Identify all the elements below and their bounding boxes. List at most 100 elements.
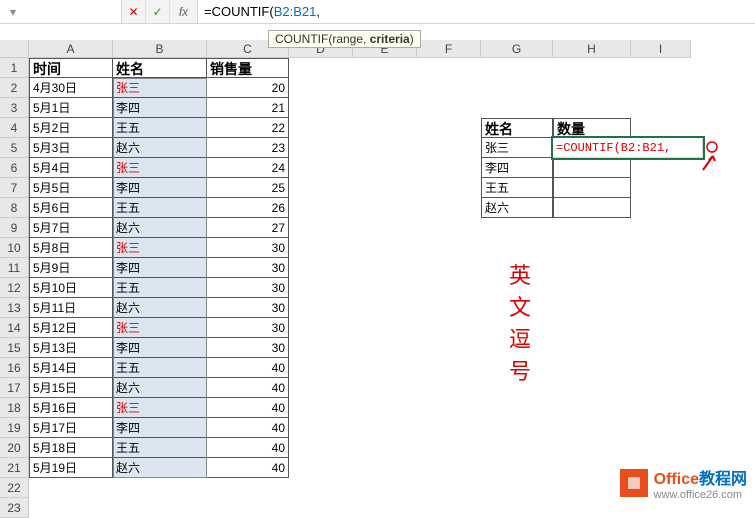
cell-B11[interactable]: 李四 <box>113 258 207 278</box>
cell-A20[interactable]: 5月18日 <box>29 438 113 458</box>
cell-A5[interactable]: 5月3日 <box>29 138 113 158</box>
col-header-F[interactable]: F <box>417 40 481 58</box>
row-header-12[interactable]: 12 <box>0 278 29 298</box>
row-header-9[interactable]: 9 <box>0 218 29 238</box>
cell-A18[interactable]: 5月16日 <box>29 398 113 418</box>
row-header-3[interactable]: 3 <box>0 98 29 118</box>
fx-icon[interactable]: fx <box>170 0 198 23</box>
row-header-10[interactable]: 10 <box>0 238 29 258</box>
cell-A2[interactable]: 4月30日 <box>29 78 113 98</box>
cell-B9[interactable]: 赵六 <box>113 218 207 238</box>
cell-C21[interactable]: 40 <box>207 458 289 478</box>
col-header-A[interactable]: A <box>29 40 113 58</box>
row-header-15[interactable]: 15 <box>0 338 29 358</box>
cell-B3[interactable]: 李四 <box>113 98 207 118</box>
cell-C20[interactable]: 40 <box>207 438 289 458</box>
row-header-19[interactable]: 19 <box>0 418 29 438</box>
cell-C1[interactable]: 销售量 <box>207 58 289 78</box>
row-header-13[interactable]: 13 <box>0 298 29 318</box>
row-headers[interactable]: 1234567891011121314151617181920212223 <box>0 58 29 518</box>
cell-C16[interactable]: 40 <box>207 358 289 378</box>
cell-C10[interactable]: 30 <box>207 238 289 258</box>
col-header-H[interactable]: H <box>553 40 631 58</box>
cell-G5[interactable]: 张三 <box>481 138 553 158</box>
cell-B16[interactable]: 王五 <box>113 358 207 378</box>
cell-C5[interactable]: 23 <box>207 138 289 158</box>
cell-B12[interactable]: 王五 <box>113 278 207 298</box>
cell-C17[interactable]: 40 <box>207 378 289 398</box>
select-all-corner[interactable] <box>0 40 29 58</box>
cell-B1[interactable]: 姓名 <box>113 58 207 78</box>
row-header-8[interactable]: 8 <box>0 198 29 218</box>
cell-A19[interactable]: 5月17日 <box>29 418 113 438</box>
cell-C14[interactable]: 30 <box>207 318 289 338</box>
cell-G6[interactable]: 李四 <box>481 158 553 178</box>
cell-A21[interactable]: 5月19日 <box>29 458 113 478</box>
cell-A8[interactable]: 5月6日 <box>29 198 113 218</box>
cell-C6[interactable]: 24 <box>207 158 289 178</box>
cell-B21[interactable]: 赵六 <box>113 458 207 478</box>
cell-C18[interactable]: 40 <box>207 398 289 418</box>
row-header-23[interactable]: 23 <box>0 498 29 518</box>
cell-C15[interactable]: 30 <box>207 338 289 358</box>
cell-H8[interactable] <box>553 198 631 218</box>
col-header-B[interactable]: B <box>113 40 207 58</box>
cancel-button[interactable]: ✕ <box>122 0 146 23</box>
cell-B10[interactable]: 张三 <box>113 238 207 258</box>
cell-A17[interactable]: 5月15日 <box>29 378 113 398</box>
cell-B2[interactable]: 张三 <box>113 78 207 98</box>
cell-C4[interactable]: 22 <box>207 118 289 138</box>
cell-H6[interactable] <box>553 158 631 178</box>
cell-C13[interactable]: 30 <box>207 298 289 318</box>
cell-C7[interactable]: 25 <box>207 178 289 198</box>
cell-C9[interactable]: 27 <box>207 218 289 238</box>
cell-C3[interactable]: 21 <box>207 98 289 118</box>
cell-A9[interactable]: 5月7日 <box>29 218 113 238</box>
row-header-18[interactable]: 18 <box>0 398 29 418</box>
cell-B7[interactable]: 李四 <box>113 178 207 198</box>
row-header-11[interactable]: 11 <box>0 258 29 278</box>
row-header-14[interactable]: 14 <box>0 318 29 338</box>
cell-C2[interactable]: 20 <box>207 78 289 98</box>
cell-A10[interactable]: 5月8日 <box>29 238 113 258</box>
cell-A11[interactable]: 5月9日 <box>29 258 113 278</box>
cell-B13[interactable]: 赵六 <box>113 298 207 318</box>
cell-C8[interactable]: 26 <box>207 198 289 218</box>
cell-B19[interactable]: 李四 <box>113 418 207 438</box>
cell-A15[interactable]: 5月13日 <box>29 338 113 358</box>
row-header-2[interactable]: 2 <box>0 78 29 98</box>
cell-A14[interactable]: 5月12日 <box>29 318 113 338</box>
cell-B14[interactable]: 张三 <box>113 318 207 338</box>
row-header-22[interactable]: 22 <box>0 478 29 498</box>
name-box[interactable]: ▾ <box>0 0 122 23</box>
cell-A13[interactable]: 5月11日 <box>29 298 113 318</box>
row-header-5[interactable]: 5 <box>0 138 29 158</box>
col-header-I[interactable]: I <box>631 40 691 58</box>
cell-H7[interactable] <box>553 178 631 198</box>
cell-G4[interactable]: 姓名 <box>481 118 553 138</box>
cell-B18[interactable]: 张三 <box>113 398 207 418</box>
row-header-6[interactable]: 6 <box>0 158 29 178</box>
cell-C19[interactable]: 40 <box>207 418 289 438</box>
cell-H5-editing[interactable]: =COUNTIF(B2:B21, <box>553 138 703 158</box>
formula-input[interactable]: =COUNTIF(B2:B21, <box>198 0 755 23</box>
row-header-4[interactable]: 4 <box>0 118 29 138</box>
cell-A3[interactable]: 5月1日 <box>29 98 113 118</box>
cell-C12[interactable]: 30 <box>207 278 289 298</box>
cell-B6[interactable]: 张三 <box>113 158 207 178</box>
cell-A12[interactable]: 5月10日 <box>29 278 113 298</box>
row-header-7[interactable]: 7 <box>0 178 29 198</box>
spreadsheet-grid[interactable]: ABCDEFGHI 123456789101112131415161718192… <box>0 40 755 490</box>
row-header-20[interactable]: 20 <box>0 438 29 458</box>
cell-A6[interactable]: 5月4日 <box>29 158 113 178</box>
cell-G8[interactable]: 赵六 <box>481 198 553 218</box>
row-header-16[interactable]: 16 <box>0 358 29 378</box>
cell-G7[interactable]: 王五 <box>481 178 553 198</box>
cell-B4[interactable]: 王五 <box>113 118 207 138</box>
cell-A7[interactable]: 5月5日 <box>29 178 113 198</box>
cell-H4[interactable]: 数量 <box>553 118 631 138</box>
row-header-1[interactable]: 1 <box>0 58 29 78</box>
cell-A1[interactable]: 时间 <box>29 58 113 78</box>
cell-A4[interactable]: 5月2日 <box>29 118 113 138</box>
name-box-dropdown-icon[interactable]: ▾ <box>6 5 20 19</box>
